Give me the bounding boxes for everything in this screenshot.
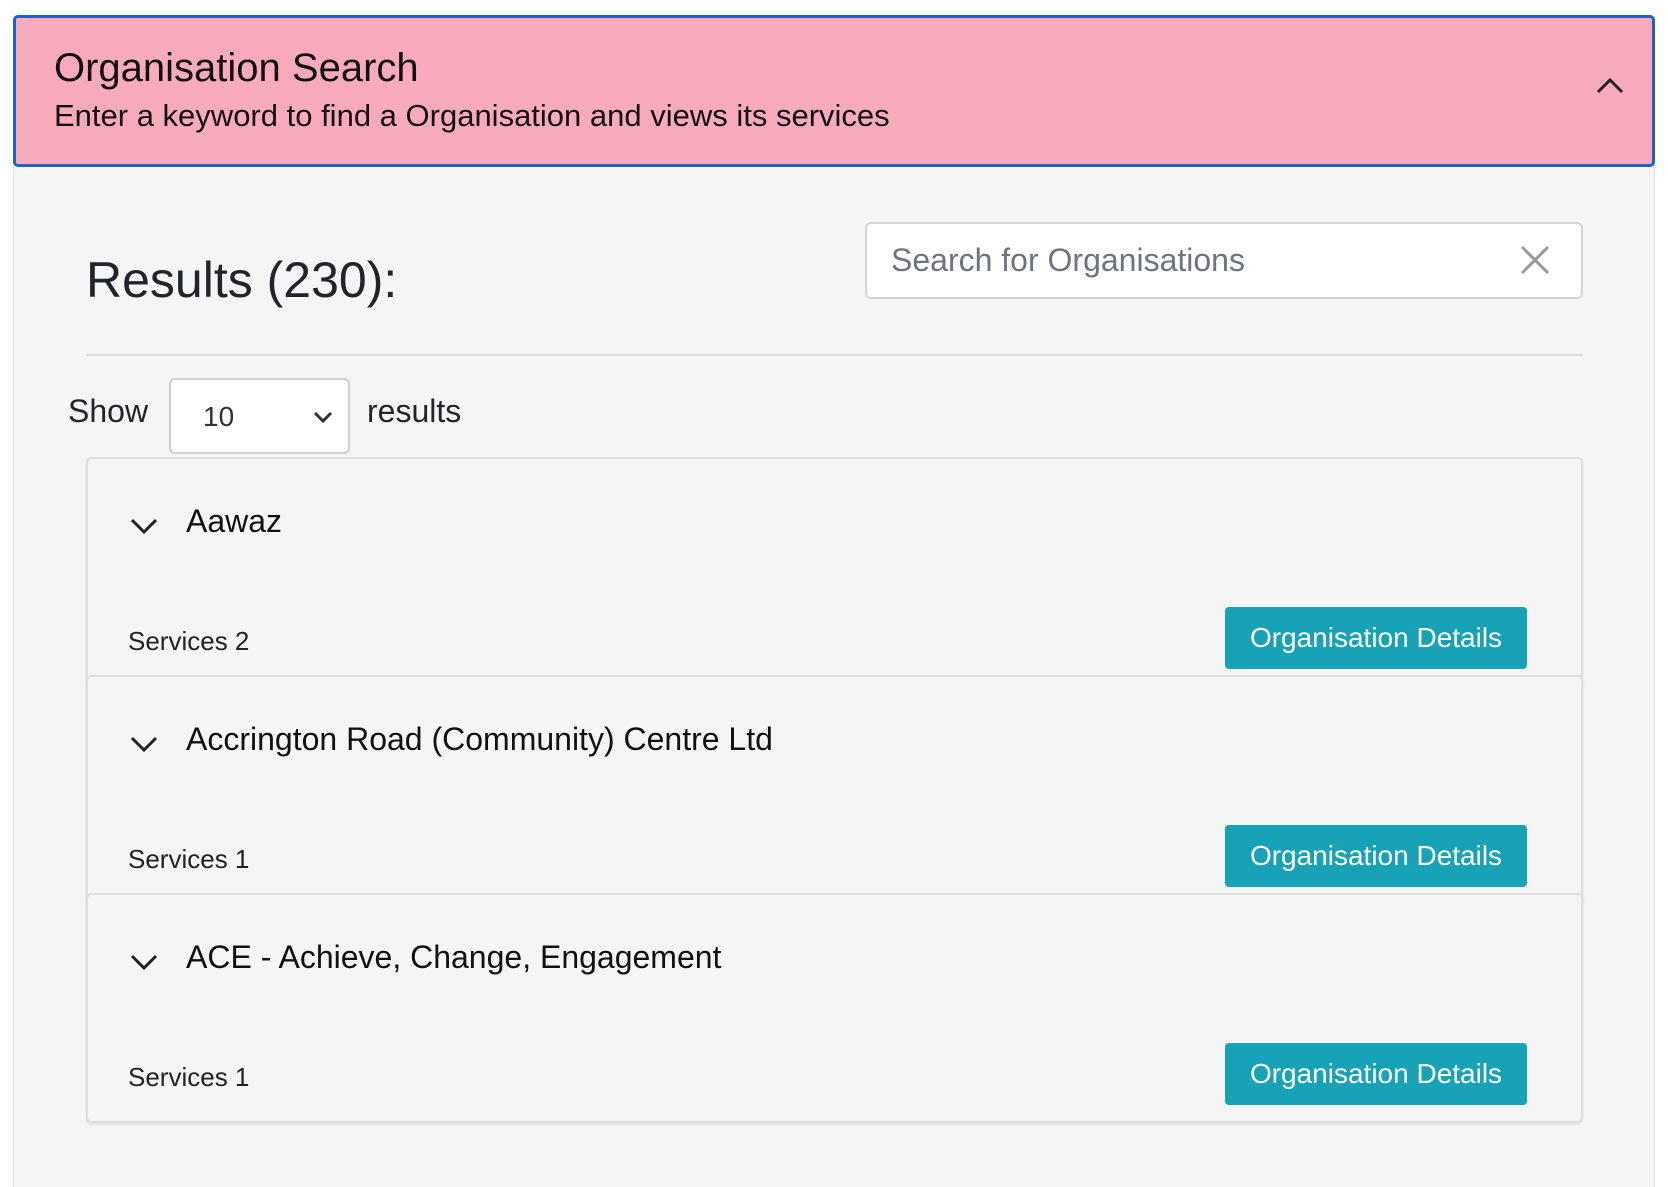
divider <box>86 354 1583 356</box>
organisation-card: Accrington Road (Community) Centre Ltd S… <box>86 675 1583 905</box>
chevron-down-icon[interactable] <box>128 515 160 537</box>
organisation-name: Accrington Road (Community) Centre Ltd <box>186 721 773 757</box>
show-label: Show <box>68 393 149 429</box>
chevron-up-icon[interactable] <box>1594 70 1626 102</box>
accordion-subtitle: Enter a keyword to find a Organisation a… <box>54 98 890 133</box>
accordion-title: Organisation Search <box>54 46 419 90</box>
organisation-name: Aawaz <box>186 503 283 539</box>
page-size-value: 10 <box>203 401 235 432</box>
chevron-down-icon[interactable] <box>128 733 160 755</box>
accordion-body: Results (230): Show 10 results Aawaz Ser… <box>13 167 1655 1187</box>
organisation-details-button[interactable]: Organisation Details <box>1225 1043 1527 1105</box>
services-count: Services 1 <box>128 844 250 874</box>
page-size-select[interactable]: 10 <box>169 378 350 454</box>
results-heading: Results (230): <box>86 252 398 308</box>
search-box <box>865 222 1583 299</box>
chevron-down-icon <box>313 411 333 424</box>
results-label: results <box>367 393 462 429</box>
organisation-search-accordion: Organisation Search Enter a keyword to f… <box>13 15 1655 1187</box>
organisation-details-button[interactable]: Organisation Details <box>1225 825 1527 887</box>
accordion-header[interactable]: Organisation Search Enter a keyword to f… <box>13 15 1655 167</box>
close-icon[interactable] <box>1519 244 1551 276</box>
organisation-card: Aawaz Services 2 Organisation Details <box>86 457 1583 687</box>
organisation-card: ACE - Achieve, Change, Engagement Servic… <box>86 893 1583 1123</box>
organisation-name: ACE - Achieve, Change, Engagement <box>186 939 722 975</box>
services-count: Services 2 <box>128 626 250 656</box>
services-count: Services 1 <box>128 1062 250 1092</box>
organisation-details-button[interactable]: Organisation Details <box>1225 607 1527 669</box>
search-input[interactable] <box>867 224 1507 297</box>
chevron-down-icon[interactable] <box>128 951 160 973</box>
